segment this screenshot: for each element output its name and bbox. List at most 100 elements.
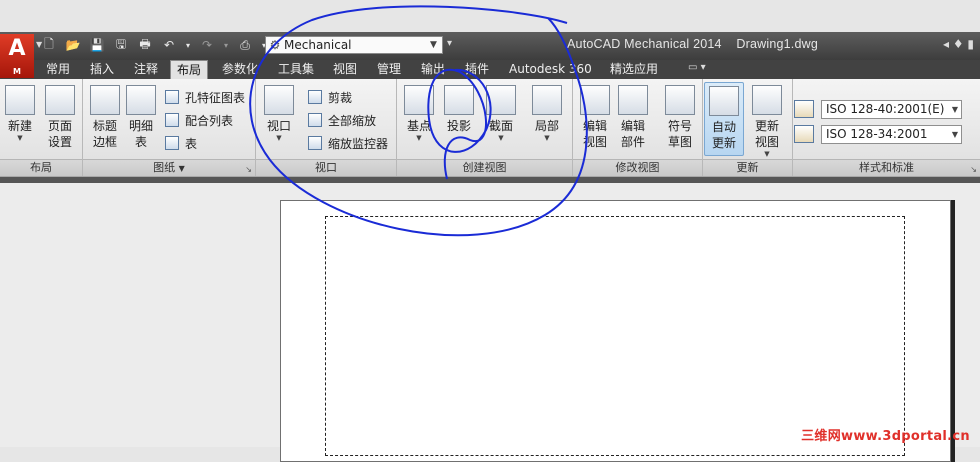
hole-chart-button[interactable]: 孔特征图表 bbox=[165, 87, 245, 107]
fit-list-icon bbox=[165, 113, 179, 127]
clip-icon bbox=[308, 90, 322, 104]
scale-monitor-label: 缩放监控器 bbox=[328, 136, 389, 151]
bom-table-icon bbox=[126, 85, 156, 115]
clip-button[interactable]: 剪裁 bbox=[308, 87, 352, 107]
gear-icon: ⚙ bbox=[269, 38, 281, 52]
chevron-down-icon: ▼ bbox=[951, 129, 958, 139]
tab-view[interactable]: 视图 bbox=[327, 60, 363, 79]
bom-label: 明细 表 bbox=[128, 119, 153, 149]
viewport-icon bbox=[264, 85, 294, 115]
section-view-icon bbox=[486, 85, 516, 115]
tab-annotate[interactable]: 注释 bbox=[128, 60, 164, 79]
detail-view-button[interactable]: 局部 ▼ bbox=[527, 85, 567, 142]
new-layout-button[interactable]: 新建 ▼ bbox=[0, 85, 40, 142]
tab-manage[interactable]: 管理 bbox=[371, 60, 407, 79]
standard-style-icon bbox=[794, 100, 814, 118]
panel-title-modify-view: 修改视图 bbox=[573, 159, 702, 176]
page-setup-icon bbox=[45, 85, 75, 115]
panel-title-styles: 样式和标准 bbox=[793, 159, 980, 176]
quick-access-toolbar: 🗋 📂 💾 🖫 🖶 ↶ ▾ ↷ ▾ ⎙ ▾ bbox=[40, 36, 274, 54]
auto-update-toggle[interactable]: 自动 更新 bbox=[704, 82, 744, 156]
new-file-icon[interactable]: 🗋 bbox=[40, 36, 58, 54]
undo-dropdown-icon[interactable]: ▾ bbox=[184, 36, 192, 54]
save-as-icon[interactable]: 🖫 bbox=[112, 36, 130, 54]
app-logo-letter: A bbox=[8, 36, 26, 61]
viewport-button[interactable]: 视口 ▼ bbox=[259, 85, 299, 142]
drafting-standard-combo-2[interactable]: ISO 128-34:2001 ▼ bbox=[794, 124, 962, 144]
edit-view-label: 编辑 视图 bbox=[582, 119, 607, 149]
hole-chart-label: 孔特征图表 bbox=[185, 90, 246, 105]
standard1-value: ISO 128-40:2001(E) bbox=[826, 101, 945, 116]
customize-toolbar-icon[interactable]: ▾ bbox=[447, 38, 452, 49]
tab-parametric[interactable]: 参数化 bbox=[216, 60, 264, 79]
magnifier-icon bbox=[308, 136, 322, 150]
fit-list-button[interactable]: 配合列表 bbox=[165, 110, 233, 130]
table-button[interactable]: 表 bbox=[165, 133, 197, 153]
edit-components-label: 编辑 部件 bbox=[620, 119, 645, 149]
tab-autodesk-360[interactable]: Autodesk 360 bbox=[503, 60, 598, 79]
projected-view-button[interactable]: 投影 bbox=[439, 85, 479, 134]
edit-components-button[interactable]: 编辑 部件 bbox=[613, 85, 653, 150]
page-setup-label: 页面 设置 bbox=[47, 119, 72, 149]
dialog-launcher-icon[interactable]: ↘ bbox=[245, 165, 252, 174]
hole-chart-icon bbox=[165, 90, 179, 104]
layout-new-icon bbox=[5, 85, 35, 115]
title-right-controls[interactable]: ◂ ♦ ▮ bbox=[943, 37, 974, 51]
symbol-sketch-button[interactable]: 符号 草图 bbox=[660, 85, 700, 150]
zoom-all-button[interactable]: 全部缩放 bbox=[308, 110, 376, 130]
drafting-standard-combo-1[interactable]: ISO 128-40:2001(E) ▼ bbox=[794, 99, 962, 119]
printable-area-border bbox=[325, 216, 905, 456]
tab-toolsets[interactable]: 工具集 bbox=[272, 60, 320, 79]
panel-title-sheet[interactable]: 图纸 ▼ bbox=[83, 159, 255, 176]
watermark-text: 三维网www.3dportal.cn bbox=[801, 429, 970, 444]
tab-featured-apps[interactable]: 精选应用 bbox=[604, 60, 664, 79]
tab-plugins[interactable]: 插件 bbox=[459, 60, 495, 79]
clip-label: 剪裁 bbox=[328, 90, 353, 105]
save-icon[interactable]: 💾 bbox=[88, 36, 106, 54]
panel-title-layout: 布局 bbox=[0, 159, 82, 176]
tab-layout[interactable]: 布局 bbox=[170, 60, 209, 81]
chevron-down-icon: ▼ bbox=[430, 40, 437, 50]
chevron-down-icon: ▼ bbox=[498, 134, 504, 142]
tab-home[interactable]: 常用 bbox=[40, 60, 76, 79]
panel-update: 自动 更新 更新 视图 ▼ 更新 bbox=[703, 79, 793, 176]
workspace-dropdown[interactable]: ⚙ Mechanical ▼ bbox=[265, 36, 443, 54]
tab-insert[interactable]: 插入 bbox=[84, 60, 120, 79]
drafting-standard-select-2[interactable]: ISO 128-34:2001 ▼ bbox=[821, 124, 962, 144]
plot-icon[interactable]: ⎙ bbox=[236, 36, 254, 54]
edit-view-button[interactable]: 编辑 视图 bbox=[575, 85, 615, 150]
scale-monitor-button[interactable]: 缩放监控器 bbox=[308, 133, 388, 153]
tab-output[interactable]: 输出 bbox=[415, 60, 451, 79]
base-view-label: 基点 bbox=[406, 119, 431, 133]
fit-list-label: 配合列表 bbox=[185, 113, 234, 128]
print-icon[interactable]: 🖶 bbox=[136, 36, 154, 54]
title-border-button[interactable]: 标题 边框 bbox=[85, 85, 125, 150]
redo-icon[interactable]: ↷ bbox=[198, 36, 216, 54]
chevron-down-icon: ▼ bbox=[17, 134, 23, 142]
detail-view-label: 局部 bbox=[534, 119, 559, 133]
panel-layout: 新建 ▼ 页面 设置 布局 bbox=[0, 79, 83, 176]
open-folder-icon[interactable]: 📂 bbox=[64, 36, 82, 54]
base-view-button[interactable]: 基点 ▼ bbox=[399, 85, 439, 142]
page-setup-button[interactable]: 页面 设置 bbox=[40, 85, 80, 150]
redo-dropdown-icon[interactable]: ▾ bbox=[222, 36, 230, 54]
viewport-label: 视口 bbox=[266, 119, 291, 133]
chevron-down-icon: ▼ bbox=[764, 150, 770, 158]
table-label: 表 bbox=[185, 136, 198, 151]
app-menu-caret-icon[interactable]: ▼ bbox=[36, 40, 42, 49]
zoom-all-icon bbox=[308, 113, 322, 127]
bom-button[interactable]: 明细 表 bbox=[121, 85, 161, 150]
section-view-button[interactable]: 截面 ▼ bbox=[481, 85, 521, 142]
dialog-launcher-icon[interactable]: ↘ bbox=[970, 165, 977, 174]
update-view-button[interactable]: 更新 视图 ▼ bbox=[747, 85, 787, 158]
ribbon-tab-row: 常用 插入 注释 布局 参数化 工具集 视图 管理 输出 插件 Autodesk… bbox=[0, 60, 980, 81]
ribbon-toggle-icon[interactable]: ▭ ▾ bbox=[688, 62, 706, 73]
undo-icon[interactable]: ↶ bbox=[160, 36, 178, 54]
drafting-standard-select-1[interactable]: ISO 128-40:2001(E) ▼ bbox=[821, 99, 962, 119]
application-menu-button[interactable]: A M bbox=[0, 34, 34, 78]
ribbon: 新建 ▼ 页面 设置 布局 标题 边框 明细 表 孔特征图表 配合列表 表 图纸… bbox=[0, 79, 980, 177]
chevron-down-icon: ▼ bbox=[544, 134, 550, 142]
panel-title-sheet-label: 图纸 bbox=[153, 161, 176, 174]
title-border-icon bbox=[90, 85, 120, 115]
auto-update-label: 自动 更新 bbox=[711, 120, 736, 150]
